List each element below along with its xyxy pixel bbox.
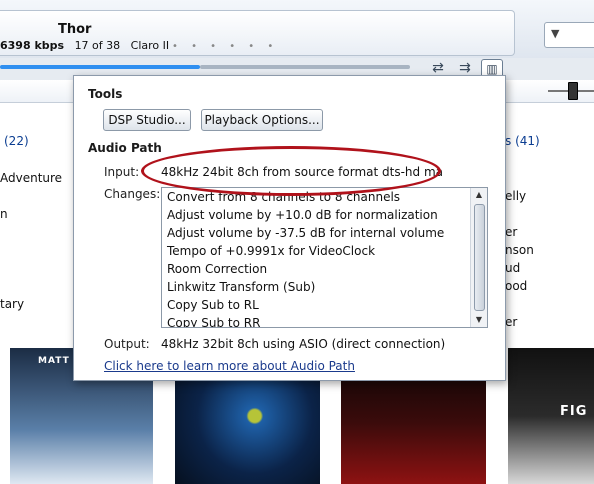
change-item[interactable]: Room Correction bbox=[162, 260, 470, 278]
bitrate: 6398 kbps bbox=[0, 39, 65, 52]
left-list-header[interactable]: (22) bbox=[4, 134, 29, 148]
output-value: 48kHz 32bit 8ch using ASIO (direct conne… bbox=[161, 337, 446, 351]
view-dropdown[interactable]: ▼ bbox=[544, 22, 594, 48]
changes-listbox[interactable]: Convert from 8 channels to 8 channels Ad… bbox=[161, 187, 488, 328]
playback-options-button[interactable]: Playback Options... bbox=[201, 109, 323, 131]
list-item[interactable]: tary bbox=[0, 297, 24, 311]
poster-title-text: MATT bbox=[38, 356, 70, 366]
list-item[interactable]: ood bbox=[505, 279, 527, 293]
seek-bar-track[interactable] bbox=[200, 65, 410, 69]
zone-name: Claro II bbox=[130, 39, 170, 52]
change-item[interactable]: Linkwitz Transform (Sub) bbox=[162, 278, 470, 296]
change-item[interactable]: Copy Sub to RR bbox=[162, 314, 470, 327]
chevron-down-icon: ▼ bbox=[551, 27, 560, 40]
change-item[interactable]: Tempo of +0.9991x for VideoClock bbox=[162, 242, 470, 260]
input-label: Input: bbox=[104, 165, 140, 179]
scroll-up-icon[interactable]: ▲ bbox=[471, 188, 487, 202]
list-item[interactable]: ud bbox=[505, 261, 520, 275]
rating-dots: • • • • • • bbox=[172, 41, 279, 52]
audio-path-section-title: Audio Path bbox=[88, 141, 162, 155]
change-item[interactable]: Adjust volume by +10.0 dB for normalizat… bbox=[162, 206, 470, 224]
now-playing-info: 6398 kbps 17 of 38 Claro II bbox=[0, 39, 169, 52]
learn-more-link[interactable]: Click here to learn more about Audio Pat… bbox=[104, 359, 355, 373]
right-list-header[interactable]: s (41) bbox=[505, 134, 540, 148]
zoom-slider-handle[interactable] bbox=[568, 82, 578, 100]
now-playing-panel: Thor 6398 kbps 17 of 38 Claro II • • • •… bbox=[0, 10, 515, 56]
changes-label: Changes: bbox=[104, 187, 161, 201]
track-position: 17 of 38 bbox=[74, 39, 121, 52]
list-item[interactable]: Adventure bbox=[0, 171, 62, 185]
changes-scrollbar[interactable]: ▲ ▼ bbox=[470, 188, 487, 327]
list-item[interactable]: n bbox=[0, 207, 8, 221]
scrollbar-thumb[interactable] bbox=[474, 204, 485, 311]
now-playing-title: Thor bbox=[58, 22, 92, 37]
scroll-down-icon[interactable]: ▼ bbox=[471, 313, 487, 327]
highlight-ellipse bbox=[141, 146, 441, 196]
changes-list: Convert from 8 channels to 8 channels Ad… bbox=[162, 188, 470, 327]
list-item[interactable]: elly bbox=[505, 189, 526, 203]
audio-path-popup: Tools DSP Studio... Playback Options... … bbox=[73, 75, 506, 381]
dsp-studio-button[interactable]: DSP Studio... bbox=[103, 109, 191, 131]
list-item[interactable]: er bbox=[505, 315, 517, 329]
output-label: Output: bbox=[104, 337, 150, 351]
change-item[interactable]: Copy Sub to RL bbox=[162, 296, 470, 314]
poster-title-text: FIG bbox=[560, 404, 588, 419]
list-item[interactable]: nson bbox=[505, 243, 534, 257]
list-item[interactable]: er bbox=[505, 225, 517, 239]
tools-section-title: Tools bbox=[88, 87, 123, 101]
seek-bar-progress[interactable] bbox=[0, 65, 200, 69]
change-item[interactable]: Adjust volume by -37.5 dB for internal v… bbox=[162, 224, 470, 242]
poster-image[interactable]: FIG bbox=[508, 348, 594, 484]
